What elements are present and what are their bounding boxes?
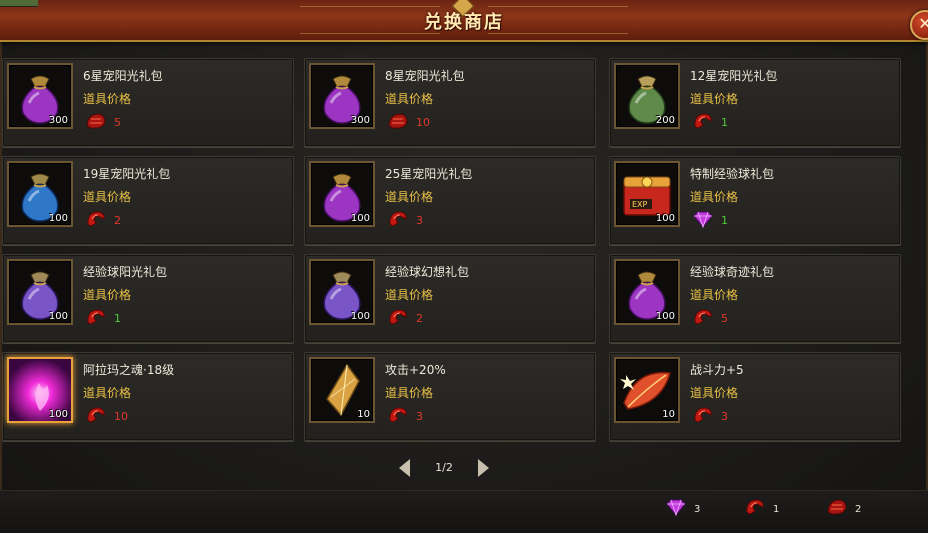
red-shard-icon bbox=[387, 209, 409, 229]
shop-item-card[interactable]: 10 攻击+20% 道具价格 3 bbox=[304, 352, 596, 441]
red-crystal-icon bbox=[826, 497, 848, 517]
price-label: 道具价格 bbox=[83, 92, 132, 106]
item-slot[interactable]: 100 bbox=[7, 357, 73, 423]
item-slot[interactable]: 300 bbox=[7, 63, 73, 129]
item-count: 10 bbox=[357, 409, 370, 420]
next-page-button[interactable] bbox=[478, 459, 489, 477]
item-count: 100 bbox=[48, 213, 68, 224]
shop-item-card[interactable]: 10 战斗力+5 道具价格 3 bbox=[609, 352, 901, 441]
purple-gem-icon bbox=[692, 209, 714, 229]
item-count: 100 bbox=[48, 311, 68, 322]
purple-gem-icon bbox=[665, 497, 687, 517]
price-value: 1 bbox=[114, 312, 121, 325]
item-name: 经验球阳光礼包 bbox=[83, 265, 168, 279]
item-name: 经验球奇迹礼包 bbox=[690, 265, 775, 279]
item-name: 19星宠阳光礼包 bbox=[83, 167, 171, 181]
red-shard-icon bbox=[85, 209, 107, 229]
window-title: 兑换商店 bbox=[424, 12, 504, 33]
shop-item-card[interactable]: 200 12星宠阳光礼包 道具价格 1 bbox=[609, 58, 901, 147]
price-value: 10 bbox=[416, 116, 430, 129]
svg-text:EXP: EXP bbox=[632, 200, 648, 209]
item-slot[interactable]: EXP 100 bbox=[614, 161, 680, 227]
item-name: 8星宠阳光礼包 bbox=[385, 69, 465, 83]
item-count: 100 bbox=[350, 213, 370, 224]
wallet-amount: 3 bbox=[694, 504, 701, 515]
red-shard-icon bbox=[85, 405, 107, 425]
price-value: 2 bbox=[416, 312, 423, 325]
red-shard-icon bbox=[387, 307, 409, 327]
item-count: 100 bbox=[48, 409, 68, 420]
item-name: 6星宠阳光礼包 bbox=[83, 69, 163, 83]
shop-item-card[interactable]: 300 6星宠阳光礼包 道具价格 5 bbox=[2, 58, 294, 147]
price-value: 1 bbox=[721, 116, 728, 129]
item-count: 100 bbox=[655, 213, 675, 224]
item-slot[interactable]: 100 bbox=[7, 259, 73, 325]
wallet-amount: 2 bbox=[855, 504, 862, 515]
item-name: 25星宠阳光礼包 bbox=[385, 167, 473, 181]
price-label: 道具价格 bbox=[690, 288, 739, 302]
price-label: 道具价格 bbox=[385, 288, 434, 302]
item-slot[interactable]: 200 bbox=[614, 63, 680, 129]
price-value: 2 bbox=[114, 214, 121, 227]
item-name: 经验球幻想礼包 bbox=[385, 265, 470, 279]
item-slot[interactable]: 100 bbox=[7, 161, 73, 227]
shop-item-card[interactable]: 100 经验球阳光礼包 道具价格 1 bbox=[2, 254, 294, 343]
item-name: 12星宠阳光礼包 bbox=[690, 69, 778, 83]
shop-item-card[interactable]: 100 经验球奇迹礼包 道具价格 5 bbox=[609, 254, 901, 343]
wallet-bar bbox=[0, 490, 928, 533]
price-label: 道具价格 bbox=[690, 386, 739, 400]
price-value: 5 bbox=[114, 116, 121, 129]
red-crystal-icon bbox=[85, 111, 107, 131]
item-slot[interactable]: 10 bbox=[309, 357, 375, 423]
price-label: 道具价格 bbox=[385, 92, 434, 106]
item-slot[interactable]: 300 bbox=[309, 63, 375, 129]
shop-item-card[interactable]: 100 19星宠阳光礼包 道具价格 2 bbox=[2, 156, 294, 245]
item-name: 阿拉玛之魂·18级 bbox=[83, 363, 175, 377]
price-value: 1 bbox=[721, 214, 728, 227]
title-bar: 兑换商店 bbox=[0, 0, 928, 42]
item-count: 10 bbox=[662, 409, 675, 420]
price-label: 道具价格 bbox=[83, 288, 132, 302]
item-name: 攻击+20% bbox=[385, 363, 446, 377]
red-shard-icon bbox=[692, 111, 714, 131]
prev-page-button[interactable] bbox=[399, 459, 410, 477]
item-count: 100 bbox=[655, 311, 675, 322]
red-shard-icon bbox=[387, 405, 409, 425]
price-label: 道具价格 bbox=[385, 386, 434, 400]
red-shard-icon bbox=[692, 405, 714, 425]
red-shard-icon bbox=[744, 497, 766, 517]
red-shard-icon bbox=[85, 307, 107, 327]
shop-item-card[interactable]: 100 25星宠阳光礼包 道具价格 3 bbox=[304, 156, 596, 245]
item-name: 特制经验球礼包 bbox=[690, 167, 775, 181]
item-count: 100 bbox=[350, 311, 370, 322]
item-count: 200 bbox=[655, 115, 675, 126]
wallet-amount: 1 bbox=[773, 504, 780, 515]
item-slot[interactable]: 100 bbox=[614, 259, 680, 325]
item-slot[interactable]: 100 bbox=[309, 161, 375, 227]
price-label: 道具价格 bbox=[690, 92, 739, 106]
shop-item-card[interactable]: 100 经验球幻想礼包 道具价格 2 bbox=[304, 254, 596, 343]
price-label: 道具价格 bbox=[83, 190, 132, 204]
red-crystal-icon bbox=[387, 111, 409, 131]
item-count: 300 bbox=[350, 115, 370, 126]
item-name: 战斗力+5 bbox=[690, 363, 744, 377]
shop-item-card[interactable]: EXP 100 特制经验球礼包 道具价格 1 bbox=[609, 156, 901, 245]
red-shard-icon bbox=[692, 307, 714, 327]
page-indicator: 1/2 bbox=[435, 461, 453, 474]
shop-item-card[interactable]: 100 阿拉玛之魂·18级 道具价格 10 bbox=[2, 352, 294, 441]
price-value: 10 bbox=[114, 410, 128, 423]
item-slot[interactable]: 10 bbox=[614, 357, 680, 423]
price-value: 5 bbox=[721, 312, 728, 325]
item-slot[interactable]: 100 bbox=[309, 259, 375, 325]
price-value: 3 bbox=[416, 214, 423, 227]
price-label: 道具价格 bbox=[385, 190, 434, 204]
price-label: 道具价格 bbox=[690, 190, 739, 204]
shop-item-card[interactable]: 300 8星宠阳光礼包 道具价格 10 bbox=[304, 58, 596, 147]
price-label: 道具价格 bbox=[83, 386, 132, 400]
price-value: 3 bbox=[416, 410, 423, 423]
item-count: 300 bbox=[48, 115, 68, 126]
title-tab-decoration bbox=[0, 0, 38, 7]
price-value: 3 bbox=[721, 410, 728, 423]
